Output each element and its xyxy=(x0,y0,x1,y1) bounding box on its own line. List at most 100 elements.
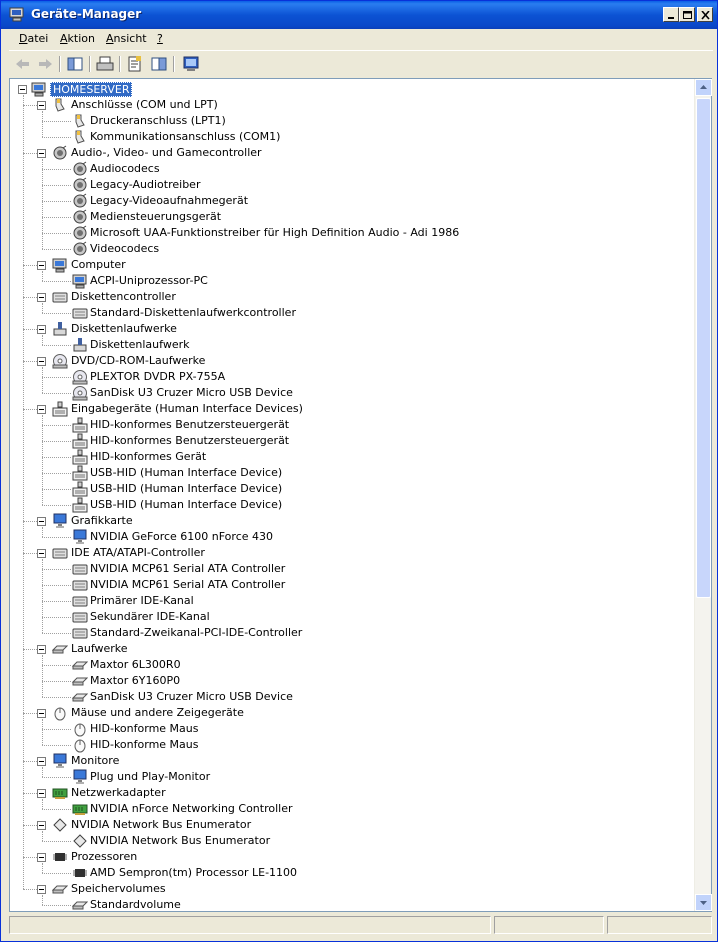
tree-device[interactable]: Legacy-Audiotreiber xyxy=(10,177,690,193)
forward-button[interactable] xyxy=(35,54,55,74)
tree-device[interactable]: NVIDIA Network Bus Enumerator xyxy=(10,833,690,849)
controller-icon xyxy=(72,580,88,591)
menu-bar: Datei Aktion Ansicht ? xyxy=(9,29,713,49)
tree-category[interactable]: DVD/CD-ROM-Laufwerke xyxy=(10,353,690,369)
display-icon xyxy=(73,769,87,784)
tree-device-label: Videocodecs xyxy=(90,242,160,255)
menu-datei[interactable]: Datei xyxy=(19,32,48,45)
tree-category[interactable]: Audio-, Video- und Gamecontroller xyxy=(10,145,690,161)
tree-device[interactable]: Microsoft UAA-Funktionstreiber für High … xyxy=(10,225,690,241)
console-tree-button[interactable] xyxy=(65,54,85,74)
cpu-icon xyxy=(53,853,67,861)
tree-category[interactable]: Laufwerke xyxy=(10,641,690,657)
menu-ansicht[interactable]: Ansicht xyxy=(106,32,147,45)
collapse-toggle[interactable] xyxy=(37,885,46,894)
tree-device[interactable]: Maxtor 6L300R0 xyxy=(10,657,690,673)
tree-category[interactable]: Diskettenlaufwerke xyxy=(10,321,690,337)
tree-category[interactable]: Anschlüsse (COM und LPT) xyxy=(10,97,690,113)
collapse-toggle[interactable] xyxy=(37,357,46,366)
tree-device[interactable]: NVIDIA nForce Networking Controller xyxy=(10,801,690,817)
print-button[interactable] xyxy=(95,54,115,74)
properties-button[interactable] xyxy=(125,54,145,74)
tree-device[interactable]: Standard-Diskettenlaufwerkcontroller xyxy=(10,305,690,321)
tree-category[interactable]: Monitore xyxy=(10,753,690,769)
tree-device[interactable]: SanDisk U3 Cruzer Micro USB Device xyxy=(10,689,690,705)
collapse-toggle[interactable] xyxy=(37,517,46,526)
tree-category[interactable]: Grafikkarte xyxy=(10,513,690,529)
back-button[interactable] xyxy=(13,54,33,74)
tree-device[interactable]: Maxtor 6Y160P0 xyxy=(10,673,690,689)
scan-hardware-button[interactable] xyxy=(181,54,201,74)
tree-category-label: NVIDIA Network Bus Enumerator xyxy=(71,818,252,831)
tree-device[interactable]: Audiocodecs xyxy=(10,161,690,177)
tree-category[interactable]: Eingabegeräte (Human Interface Devices) xyxy=(10,401,690,417)
tree-device[interactable]: USB-HID (Human Interface Device) xyxy=(10,465,690,481)
scrollbar-thumb[interactable] xyxy=(696,98,711,598)
tree-category[interactable]: Netzwerkadapter xyxy=(10,785,690,801)
tree-category-label: Monitore xyxy=(71,754,120,767)
tree-device[interactable]: NVIDIA MCP61 Serial ATA Controller xyxy=(10,577,690,593)
tree-device[interactable]: Diskettenlaufwerk xyxy=(10,337,690,353)
title-bar[interactable]: Geräte-Manager xyxy=(1,1,717,29)
tree-category[interactable]: Prozessoren xyxy=(10,849,690,865)
menu-aktion[interactable]: Aktion xyxy=(60,32,95,45)
device-tree[interactable]: HOMESERVER Anschlüsse (COM und LPT) Drucke… xyxy=(10,79,695,911)
minimize-button[interactable] xyxy=(663,7,679,22)
scroll-up-button[interactable] xyxy=(695,79,712,96)
collapse-toggle[interactable] xyxy=(37,293,46,302)
tree-device[interactable]: Druckeranschluss (LPT1) xyxy=(10,113,690,129)
collapse-toggle[interactable] xyxy=(37,149,46,158)
collapse-toggle[interactable] xyxy=(37,853,46,862)
vertical-scrollbar[interactable] xyxy=(694,79,712,911)
device-manager-icon xyxy=(9,7,24,22)
tree-category[interactable]: Diskettencontroller xyxy=(10,289,690,305)
toolbar-separator xyxy=(89,56,91,72)
help-button[interactable] xyxy=(149,54,169,74)
collapse-toggle[interactable] xyxy=(37,405,46,414)
tree-device[interactable]: AMD Sempron(tm) Processor LE-1100 xyxy=(10,865,690,881)
collapse-toggle[interactable] xyxy=(37,789,46,798)
tree-device[interactable]: HID-konformes Gerät xyxy=(10,449,690,465)
collapse-toggle[interactable] xyxy=(37,101,46,110)
collapse-toggle[interactable] xyxy=(37,757,46,766)
tree-category[interactable]: Mäuse und andere Zeigegeräte xyxy=(10,705,690,721)
collapse-toggle[interactable] xyxy=(37,325,46,334)
tree-device[interactable]: Sekundärer IDE-Kanal xyxy=(10,609,690,625)
tree-category[interactable]: Speichervolumes xyxy=(10,881,690,897)
tree-device[interactable]: ACPI-Uniprozessor-PC xyxy=(10,273,690,289)
tree-device[interactable]: Primärer IDE-Kanal xyxy=(10,593,690,609)
collapse-toggle[interactable] xyxy=(37,821,46,830)
tree-device[interactable]: PLEXTOR DVDR PX-755A xyxy=(10,369,690,385)
sound-icon xyxy=(73,177,87,192)
tree-category[interactable]: NVIDIA Network Bus Enumerator xyxy=(10,817,690,833)
tree-device[interactable]: HID-konforme Maus xyxy=(10,721,690,737)
tree-device[interactable]: NVIDIA GeForce 6100 nForce 430 xyxy=(10,529,690,545)
tree-root-node[interactable]: HOMESERVER xyxy=(10,81,690,97)
close-button[interactable] xyxy=(697,7,713,22)
tree-device[interactable]: Legacy-Videoaufnahmegerät xyxy=(10,193,690,209)
tree-device[interactable]: HID-konformes Benutzersteuergerät xyxy=(10,417,690,433)
collapse-toggle[interactable] xyxy=(37,549,46,558)
tree-device[interactable]: USB-HID (Human Interface Device) xyxy=(10,481,690,497)
tree-category[interactable]: IDE ATA/ATAPI-Controller xyxy=(10,545,690,561)
tree-device-label: Plug und Play-Monitor xyxy=(90,770,211,783)
collapse-toggle[interactable] xyxy=(37,261,46,270)
tree-device[interactable]: Mediensteuerungsgerät xyxy=(10,209,690,225)
scroll-down-button[interactable] xyxy=(695,894,712,911)
tree-device[interactable]: Plug und Play-Monitor xyxy=(10,769,690,785)
tree-device[interactable]: HID-konformes Benutzersteuergerät xyxy=(10,433,690,449)
tree-device[interactable]: HID-konforme Maus xyxy=(10,737,690,753)
maximize-button[interactable] xyxy=(679,7,695,22)
tree-device[interactable]: NVIDIA MCP61 Serial ATA Controller xyxy=(10,561,690,577)
tree-device[interactable]: Standard-Zweikanal-PCI-IDE-Controller xyxy=(10,625,690,641)
collapse-toggle[interactable] xyxy=(37,709,46,718)
tree-category[interactable]: Computer xyxy=(10,257,690,273)
tree-device[interactable]: SanDisk U3 Cruzer Micro USB Device xyxy=(10,385,690,401)
collapse-toggle[interactable] xyxy=(37,645,46,654)
tree-device[interactable]: USB-HID (Human Interface Device) xyxy=(10,497,690,513)
tree-device[interactable]: Standardvolume xyxy=(10,897,690,911)
collapse-toggle[interactable] xyxy=(18,85,27,94)
tree-device[interactable]: Kommunikationsanschluss (COM1) xyxy=(10,129,690,145)
menu-help[interactable]: ? xyxy=(157,32,163,45)
tree-device[interactable]: Videocodecs xyxy=(10,241,690,257)
